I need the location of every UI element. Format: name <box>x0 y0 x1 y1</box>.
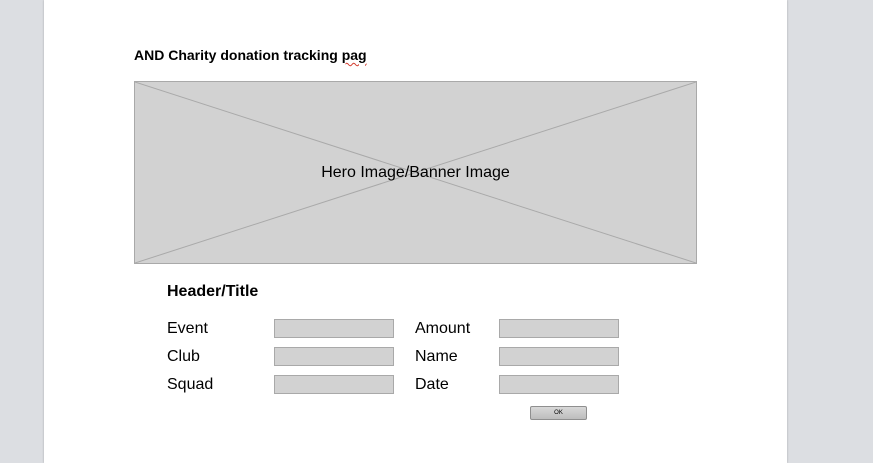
squad-label: Squad <box>167 376 214 393</box>
club-input[interactable] <box>274 347 394 366</box>
club-label: Club <box>167 348 200 365</box>
hero-image-placeholder: Hero Image/Banner Image <box>134 81 697 264</box>
date-label: Date <box>415 376 449 393</box>
document-title: AND Charity donation tracking pag <box>134 47 367 63</box>
date-input[interactable] <box>499 375 619 394</box>
event-input[interactable] <box>274 319 394 338</box>
document-title-text: AND Charity donation tracking <box>134 47 342 63</box>
ok-button[interactable]: OK <box>530 406 587 420</box>
name-input[interactable] <box>499 347 619 366</box>
amount-label: Amount <box>415 320 471 337</box>
name-label: Name <box>415 348 458 365</box>
squad-input[interactable] <box>274 375 394 394</box>
amount-input[interactable] <box>499 319 619 338</box>
event-label: Event <box>167 320 208 337</box>
form-header-title: Header/Title <box>167 283 259 300</box>
hero-image-label: Hero Image/Banner Image <box>321 164 510 181</box>
misspelled-word: pag <box>341 47 367 63</box>
